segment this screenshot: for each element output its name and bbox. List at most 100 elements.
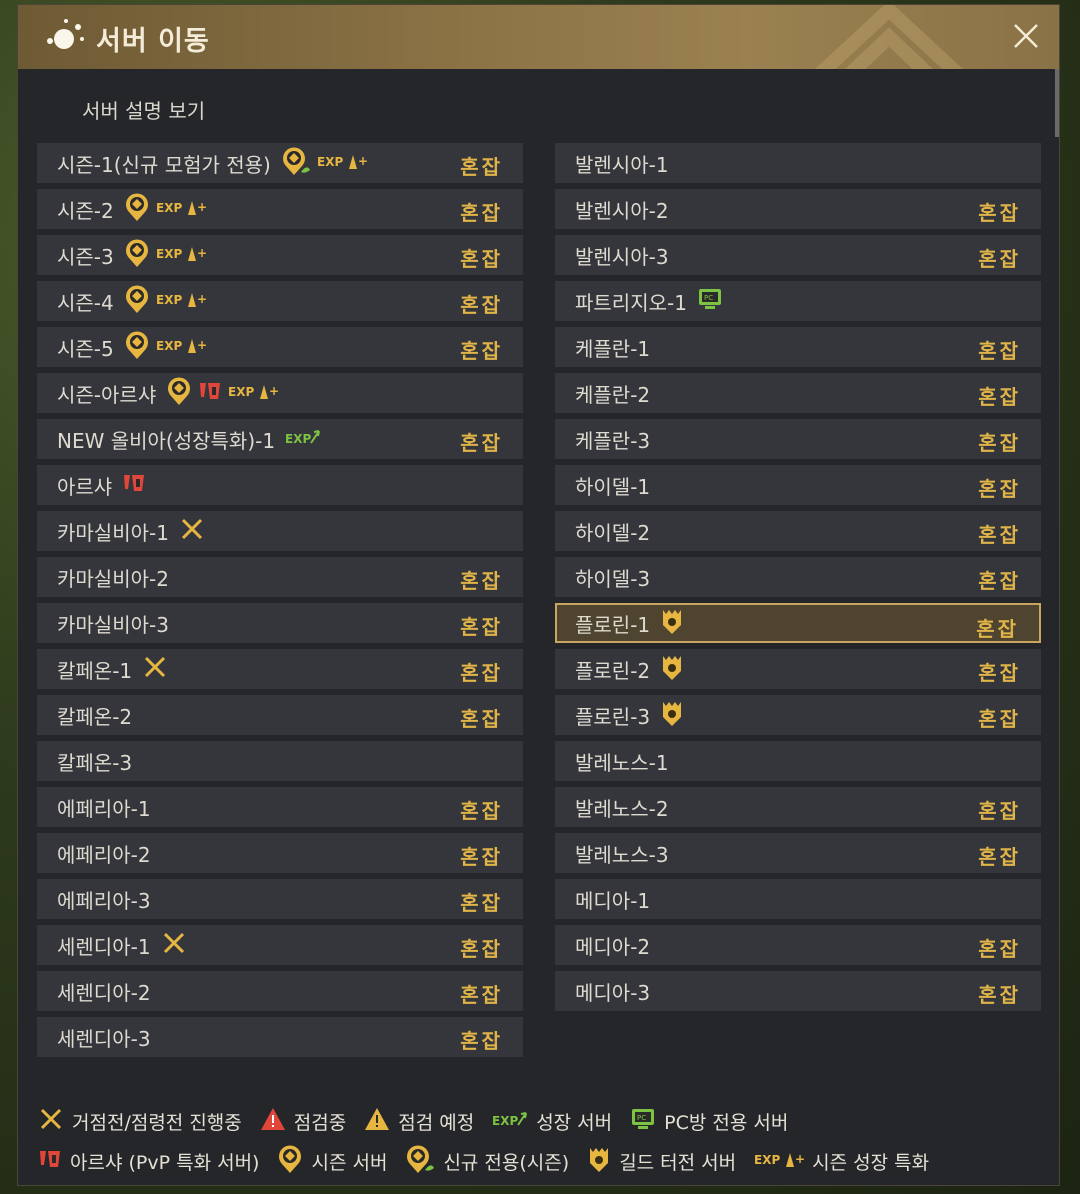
svg-text:+: + <box>197 292 206 306</box>
server-name: 에페리아-3 <box>57 888 151 913</box>
svg-text:EXP: EXP <box>317 155 343 169</box>
title-bar: 서버 이동 <box>18 5 1059 69</box>
server-row[interactable]: 발레노스-2 혼잡 <box>555 787 1041 827</box>
season-growth-icon: EXP + <box>156 289 207 313</box>
server-name: 카마실비아-2 <box>57 566 169 591</box>
server-icons <box>161 930 187 960</box>
legend-label: PC방 전용 서버 <box>664 1111 789 1134</box>
legend-label: 거점전/점령전 진행중 <box>72 1111 242 1134</box>
congestion-status: 혼잡 <box>978 339 1021 363</box>
server-row[interactable]: 칼페온-3 <box>37 741 523 781</box>
legend-row: 아르샤 (PvP 특화 서버) 시즌 서버 신규 전용(시즌) 길드 터전 서버 EXP… <box>38 1141 1048 1181</box>
server-row[interactable]: 발레노스-1 <box>555 741 1041 781</box>
server-row[interactable]: 에페리아-1 혼잡 <box>37 787 523 827</box>
server-icons: EXP + <box>124 238 207 272</box>
server-row[interactable]: 에페리아-3 혼잡 <box>37 879 523 919</box>
server-row[interactable]: 카마실비아-3 혼잡 <box>37 603 523 643</box>
server-row[interactable]: 발레노스-3 혼잡 <box>555 833 1041 873</box>
server-row[interactable]: 하이델-3 혼잡 <box>555 557 1041 597</box>
server-row[interactable]: 카마실비아-1 <box>37 511 523 551</box>
server-row[interactable]: 칼페온-2 혼잡 <box>37 695 523 735</box>
server-name: 시즌-3 <box>57 244 114 269</box>
server-name: 카마실비아-1 <box>57 520 169 545</box>
server-row[interactable]: 아르샤 <box>37 465 523 505</box>
server-row[interactable]: 플로린-3 혼잡 <box>555 695 1041 735</box>
server-row[interactable]: 플로린-1 혼잡 <box>555 603 1041 643</box>
server-row[interactable]: 하이델-2 혼잡 <box>555 511 1041 551</box>
congestion-status: 혼잡 <box>976 617 1019 641</box>
server-icons: EXP <box>285 427 321 451</box>
server-icons <box>179 516 205 546</box>
server-row[interactable]: 시즌-2 EXP + 혼잡 <box>37 189 523 229</box>
server-name: 칼페온-2 <box>57 704 133 729</box>
server-row[interactable]: 케플란-1 혼잡 <box>555 327 1041 367</box>
server-row[interactable]: 시즌-아르샤 EXP + <box>37 373 523 413</box>
server-name: 메디아-2 <box>575 934 651 959</box>
server-name: 시즌-아르샤 <box>57 382 157 407</box>
scrollbar[interactable] <box>1055 69 1059 137</box>
server-row[interactable]: 시즌-4 EXP + 혼잡 <box>37 281 523 321</box>
congestion-status: 혼잡 <box>978 937 1021 961</box>
server-row[interactable]: 세렌디아-2 혼잡 <box>37 971 523 1011</box>
legend-item: 점검 예정 <box>364 1107 474 1135</box>
svg-text:+: + <box>269 384 278 398</box>
arsha-pvp-icon <box>122 471 146 499</box>
congestion-status: 혼잡 <box>978 523 1021 547</box>
congestion-status: 혼잡 <box>460 293 503 317</box>
server-list-left: 시즌-1(신규 모험가 전용) EXP + 혼잡 시즌-2 EXP + 혼잡시즌-3 EXP + 혼… <box>37 143 523 1063</box>
svg-text:EXP: EXP <box>156 201 182 215</box>
congestion-status: 혼잡 <box>460 661 503 685</box>
server-row[interactable]: NEW 올비아(성장특화)-1 EXP 혼잡 <box>37 419 523 459</box>
season-server-icon <box>124 284 150 318</box>
server-row[interactable]: 발렌시아-1 <box>555 143 1041 183</box>
pc-cafe-icon: PC <box>697 287 723 315</box>
legend-item: 길드 터전 서버 <box>587 1145 736 1177</box>
server-row[interactable]: 케플란-2 혼잡 <box>555 373 1041 413</box>
congestion-status: 혼잡 <box>460 845 503 869</box>
server-row[interactable]: 메디아-2 혼잡 <box>555 925 1041 965</box>
server-row[interactable]: 케플란-3 혼잡 <box>555 419 1041 459</box>
server-name: 케플란-1 <box>575 336 651 361</box>
congestion-status: 혼잡 <box>460 569 503 593</box>
close-icon[interactable] <box>1011 21 1041 51</box>
congestion-status: 혼잡 <box>460 1029 503 1053</box>
legend-item: EXP + 시즌 성장 특화 <box>754 1148 929 1175</box>
server-row[interactable]: 세렌디아-3 혼잡 <box>37 1017 523 1057</box>
svg-text:EXP: EXP <box>156 247 182 261</box>
svg-text:PC: PC <box>637 1114 646 1122</box>
pc-cafe-icon: PC <box>630 1107 656 1135</box>
server-description-link[interactable]: 서버 설명 보기 <box>82 95 205 124</box>
server-icons: EXP + <box>124 192 207 226</box>
server-row[interactable]: 시즌-1(신규 모험가 전용) EXP + 혼잡 <box>37 143 523 183</box>
server-name: 발렌시아-2 <box>575 198 669 223</box>
server-row[interactable]: 메디아-1 <box>555 879 1041 919</box>
legend-label: 성장 서버 <box>536 1111 613 1134</box>
svg-text:+: + <box>197 338 206 352</box>
svg-text:EXP: EXP <box>754 1153 780 1167</box>
server-row[interactable]: 발렌시아-2 혼잡 <box>555 189 1041 229</box>
server-name: 카마실비아-3 <box>57 612 169 637</box>
server-row[interactable]: 칼페온-1 혼잡 <box>37 649 523 689</box>
server-name: 발렌시아-1 <box>575 152 669 177</box>
server-row[interactable]: 발렌시아-3 혼잡 <box>555 235 1041 275</box>
season-growth-icon: EXP + <box>156 243 207 267</box>
congestion-status: 혼잡 <box>460 339 503 363</box>
server-row[interactable]: 플로린-2 혼잡 <box>555 649 1041 689</box>
season-growth-icon: EXP + <box>228 381 279 405</box>
server-icons: PC <box>697 287 723 315</box>
server-row[interactable]: 시즌-3 EXP + 혼잡 <box>37 235 523 275</box>
server-name: 하이델-1 <box>575 474 651 499</box>
server-row[interactable]: 세렌디아-1 혼잡 <box>37 925 523 965</box>
svg-text:EXP: EXP <box>228 385 254 399</box>
server-row[interactable]: 메디아-3 혼잡 <box>555 971 1041 1011</box>
server-row[interactable]: 카마실비아-2 혼잡 <box>37 557 523 597</box>
svg-text:EXP: EXP <box>492 1114 518 1128</box>
server-row[interactable]: 하이델-1 혼잡 <box>555 465 1041 505</box>
server-row[interactable]: 에페리아-2 혼잡 <box>37 833 523 873</box>
server-row[interactable]: 파트리지오-1 PC <box>555 281 1041 321</box>
congestion-status: 혼잡 <box>978 983 1021 1007</box>
server-name: 시즌-1(신규 모험가 전용) <box>57 152 271 177</box>
legend-item: 거점전/점령전 진행중 <box>38 1106 242 1136</box>
server-name: 시즌-5 <box>57 336 114 361</box>
server-row[interactable]: 시즌-5 EXP + 혼잡 <box>37 327 523 367</box>
